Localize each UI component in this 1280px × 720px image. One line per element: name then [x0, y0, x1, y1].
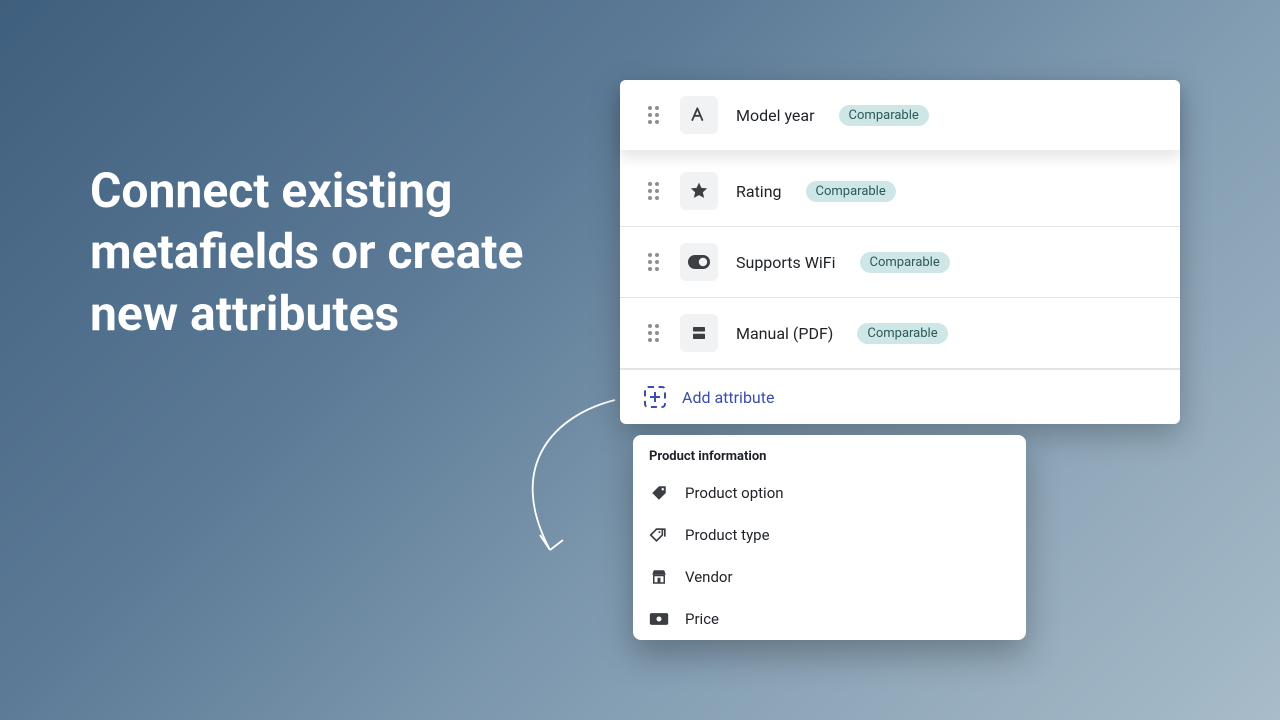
popover-item-vendor[interactable]: Vendor: [633, 556, 1026, 598]
comparable-badge: Comparable: [806, 181, 896, 202]
drag-handle-icon[interactable]: [644, 182, 662, 200]
add-attribute-button[interactable]: Add attribute: [620, 369, 1180, 424]
attribute-row[interactable]: Manual (PDF) Comparable: [620, 298, 1180, 369]
attribute-row[interactable]: Supports WiFi Comparable: [620, 227, 1180, 298]
attribute-name: Manual (PDF): [736, 324, 833, 343]
file-type-icon: [680, 314, 718, 352]
text-type-icon: [680, 96, 718, 134]
popover-item-label: Product type: [685, 526, 770, 544]
popover-item-product-type[interactable]: Product type: [633, 514, 1026, 556]
attribute-row[interactable]: Model year Comparable: [620, 80, 1180, 150]
price-icon: [649, 609, 669, 629]
comparable-badge: Comparable: [860, 252, 950, 273]
toggle-type-icon: [680, 243, 718, 281]
drag-handle-icon[interactable]: [644, 253, 662, 271]
attribute-row[interactable]: Rating Comparable: [620, 156, 1180, 227]
tags-icon: [649, 525, 669, 545]
popover-item-product-option[interactable]: Product option: [633, 472, 1026, 514]
attribute-name: Rating: [736, 182, 782, 201]
tag-icon: [649, 483, 669, 503]
add-attribute-label: Add attribute: [682, 388, 774, 407]
popover-section-title: Product information: [633, 435, 1026, 472]
popover-item-price[interactable]: Price: [633, 598, 1026, 640]
store-icon: [649, 567, 669, 587]
attributes-panel: Model year Comparable Rating Comparable …: [620, 80, 1180, 424]
popover-item-label: Vendor: [685, 568, 733, 586]
add-icon: [644, 386, 666, 408]
star-type-icon: [680, 172, 718, 210]
popover-item-label: Price: [685, 610, 719, 628]
attribute-name: Supports WiFi: [736, 253, 836, 272]
drag-handle-icon[interactable]: [644, 106, 662, 124]
popover-item-label: Product option: [685, 484, 784, 502]
drag-handle-icon[interactable]: [644, 324, 662, 342]
headline: Connect existing metafields or create ne…: [90, 160, 610, 344]
comparable-badge: Comparable: [839, 105, 929, 126]
attribute-name: Model year: [736, 106, 815, 125]
arrow-illustration: [495, 395, 625, 565]
stage: Connect existing metafields or create ne…: [0, 0, 1280, 720]
attribute-source-popover: Product information Product option Produ…: [633, 435, 1026, 640]
comparable-badge: Comparable: [857, 323, 947, 344]
